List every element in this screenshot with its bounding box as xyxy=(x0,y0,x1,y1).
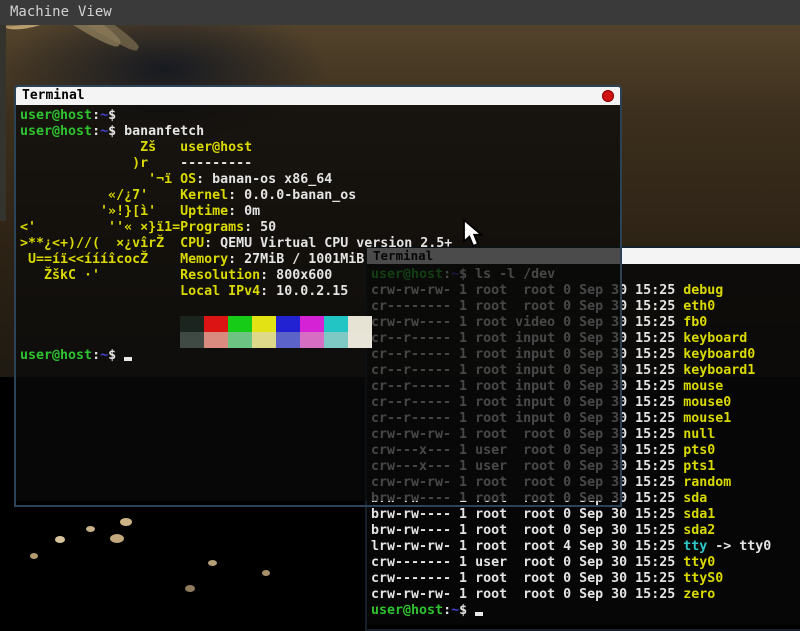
palette-swatch xyxy=(180,316,204,332)
wallpaper-rock xyxy=(120,518,132,526)
palette-swatch xyxy=(180,332,204,348)
terminal-line: >**¿<+)//( ×¿vîrŽ CPU: QEMU Virtual CPU … xyxy=(20,236,620,252)
palette-swatch xyxy=(228,332,252,348)
terminal-content[interactable]: user@host:~$user@host:~$ bananfetch Zš u… xyxy=(16,105,620,501)
wallpaper-rock xyxy=(262,570,270,576)
palette-swatch xyxy=(348,316,372,332)
vm-screen: { "menubar": { "items": [ {"label":"Mach… xyxy=(0,0,800,625)
menu-item-machine[interactable]: Machine xyxy=(10,4,69,20)
palette-swatch xyxy=(204,316,228,332)
wallpaper-rock xyxy=(86,526,95,532)
text-cursor xyxy=(475,612,483,616)
palette-swatch xyxy=(276,316,300,332)
mouse-cursor-icon xyxy=(462,219,485,254)
menu-item-view[interactable]: View xyxy=(78,4,112,20)
palette-swatch xyxy=(276,332,300,348)
wallpaper-rock xyxy=(110,534,124,543)
palette-swatch xyxy=(324,316,348,332)
window-title: Terminal xyxy=(22,88,85,103)
wallpaper-rock xyxy=(55,536,65,543)
terminal-line xyxy=(20,316,620,332)
terminal-line: lrw-rw-rw- 1 root root 4 Sep 30 15:25 tt… xyxy=(371,539,800,555)
terminal-line: crw-rw-rw- 1 root root 0 Sep 30 15:25 ze… xyxy=(371,587,800,603)
palette-swatch xyxy=(300,316,324,332)
terminal-line: ŽškC ·' Resolution: 800x600 xyxy=(20,268,620,284)
palette-swatch xyxy=(324,332,348,348)
terminal-line: brw-rw---- 1 root root 0 Sep 30 15:25 sd… xyxy=(371,523,800,539)
terminal-line: user@host:~$ xyxy=(20,348,620,364)
wallpaper-rock xyxy=(185,585,195,592)
terminal-window-front[interactable]: Terminal user@host:~$user@host:~$ bananf… xyxy=(14,85,622,507)
palette-swatch xyxy=(204,332,228,348)
terminal-line: <' ''« ×}ï1=Programs: 50 xyxy=(20,220,620,236)
terminal-line: crw------- 1 root root 0 Sep 30 15:25 tt… xyxy=(371,571,800,587)
close-button[interactable] xyxy=(602,90,614,102)
terminal-line: '¬ï OS: banan-os x86_64 xyxy=(20,172,620,188)
terminal-line xyxy=(20,300,620,316)
wallpaper-rock xyxy=(30,553,38,559)
palette-swatch xyxy=(252,316,276,332)
terminal-line xyxy=(20,332,620,348)
terminal-line: user@host:~$ bananfetch xyxy=(20,124,620,140)
terminal-line: user@host:~$ xyxy=(20,108,620,124)
palette-swatch xyxy=(252,332,276,348)
palette-swatch xyxy=(300,332,324,348)
terminal-line: «/¿7' Kernel: 0.0.0-banan_os xyxy=(20,188,620,204)
text-cursor xyxy=(124,357,132,361)
terminal-line: crw------- 1 user root 0 Sep 30 15:25 tt… xyxy=(371,555,800,571)
terminal-line: brw-rw---- 1 root root 0 Sep 30 15:25 sd… xyxy=(371,507,800,523)
terminal-line: Zš user@host xyxy=(20,140,620,156)
palette-swatch xyxy=(348,332,372,348)
terminal-line: U==íï<<íííîcocŽ Memory: 27MiB / 1001MiB xyxy=(20,252,620,268)
terminal-line: '»!}[ì' Uptime: 0m xyxy=(20,204,620,220)
wallpaper-rock xyxy=(208,560,217,566)
wallpaper-edge-strip xyxy=(0,0,6,221)
terminal-line: Local IPv4: 10.0.2.15 xyxy=(20,284,620,300)
terminal-line: user@host:~$ xyxy=(371,603,800,619)
palette-swatch xyxy=(228,316,252,332)
vm-menubar: Machine View xyxy=(0,0,800,25)
titlebar[interactable]: Terminal xyxy=(16,87,620,105)
terminal-line: )r --------- xyxy=(20,156,620,172)
